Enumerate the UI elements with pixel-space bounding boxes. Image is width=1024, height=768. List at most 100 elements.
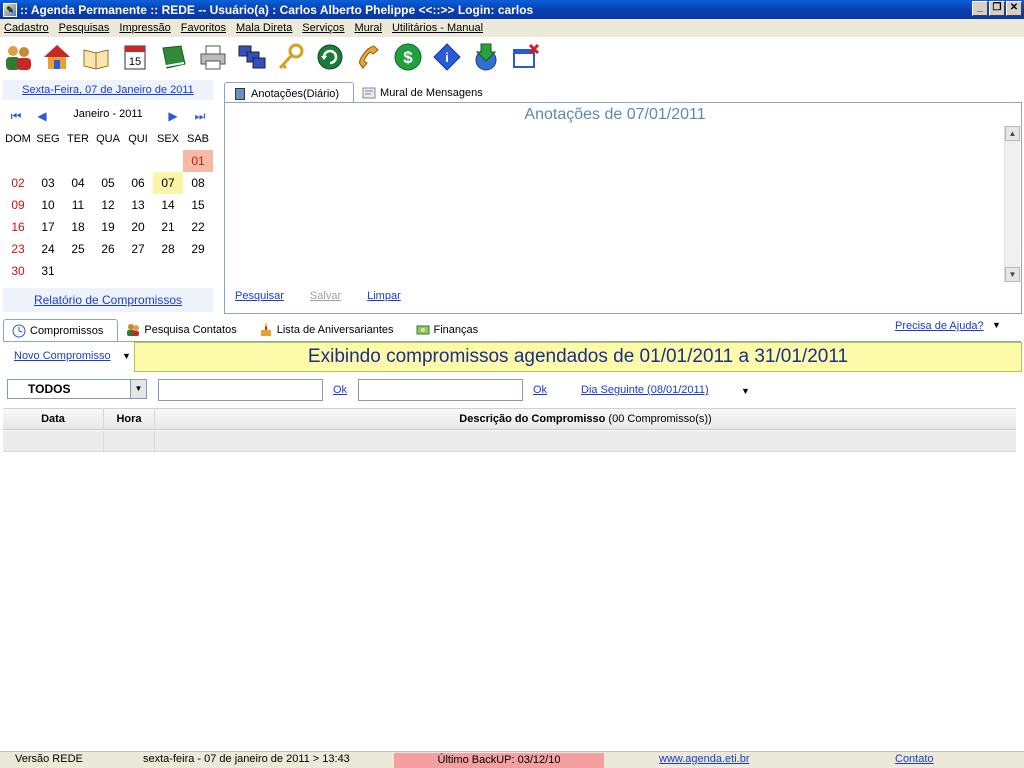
calendar-day[interactable]: 21 (153, 216, 183, 238)
tab-compromissos[interactable]: Compromissos (3, 319, 119, 341)
key-icon[interactable] (275, 41, 307, 73)
prev-month-icon[interactable]: ◀ (35, 109, 49, 123)
calendar-day[interactable]: 12 (93, 194, 123, 216)
phone-icon[interactable] (353, 41, 385, 73)
calendar-day[interactable]: 29 (183, 238, 213, 260)
calendar-day[interactable] (153, 260, 183, 282)
calendar-day[interactable]: 28 (153, 238, 183, 260)
search-notes-link[interactable]: Pesquisar (235, 290, 284, 302)
menu-utilitarios[interactable]: Utilitários - Manual (392, 22, 483, 34)
calendar-day[interactable]: 18 (63, 216, 93, 238)
notes-scrollbar[interactable]: ▲ ▼ (1004, 126, 1020, 282)
calendar-day[interactable]: 06 (123, 172, 153, 194)
calendar-day[interactable]: 16 (3, 216, 33, 238)
calendar-day[interactable]: 05 (93, 172, 123, 194)
calendar-day[interactable]: 26 (93, 238, 123, 260)
calendar-day[interactable]: 31 (33, 260, 63, 282)
category-filter-select[interactable]: TODOS ▼ (7, 379, 147, 399)
calendar-day[interactable]: 11 (63, 194, 93, 216)
chevron-down-icon[interactable]: ▼ (130, 380, 146, 398)
website-link[interactable]: www.agenda.eti.br (659, 753, 750, 765)
tab-mural[interactable]: Mural de Mensagens (354, 82, 497, 104)
calendar-day[interactable]: 22 (183, 216, 213, 238)
ok-button-2[interactable]: Ok (533, 384, 547, 396)
new-appointment-link[interactable]: Novo Compromisso (14, 350, 111, 362)
appointments-report-link[interactable]: Relatório de Compromissos (3, 288, 213, 312)
calendar-day[interactable]: 30 (3, 260, 33, 282)
calendar-day[interactable]: 03 (33, 172, 63, 194)
calendar-day[interactable]: 04 (63, 172, 93, 194)
restore-button[interactable]: ❐ (989, 1, 1005, 16)
calendar-day[interactable] (123, 260, 153, 282)
calendar-day[interactable] (93, 260, 123, 282)
tab-pesquisa-contatos[interactable]: Pesquisa Contatos (118, 319, 250, 341)
help-dropdown-icon[interactable]: ▼ (992, 320, 1001, 330)
printer-icon[interactable] (197, 41, 229, 73)
scroll-up-icon[interactable]: ▲ (1005, 126, 1020, 141)
next-month-icon[interactable]: ▶ (166, 109, 180, 123)
download-globe-icon[interactable] (470, 41, 502, 73)
next-day-link[interactable]: Dia Seguinte (08/01/2011) (581, 384, 709, 396)
menu-pesquisas[interactable]: Pesquisas (59, 22, 110, 34)
calendar-day[interactable]: 19 (93, 216, 123, 238)
menu-favoritos[interactable]: Favoritos (181, 22, 226, 34)
current-date-link[interactable]: Sexta-Feira, 07 de Janeiro de 2011 (3, 80, 213, 100)
info-icon[interactable]: i (431, 41, 463, 73)
close-window-icon[interactable] (509, 41, 541, 73)
calendar-day[interactable] (63, 260, 93, 282)
calendar-day[interactable]: 02 (3, 172, 33, 194)
calendar-day[interactable] (63, 150, 93, 172)
calendar-day[interactable]: 14 (153, 194, 183, 216)
menu-impressao[interactable]: Impressão (119, 22, 170, 34)
contact-link[interactable]: Contato (895, 753, 934, 765)
calendar-day[interactable]: 20 (123, 216, 153, 238)
calendar-day[interactable] (93, 150, 123, 172)
next-day-dropdown-icon[interactable]: ▼ (741, 386, 750, 396)
calendar-day[interactable]: 10 (33, 194, 63, 216)
calendar-day[interactable] (153, 150, 183, 172)
tab-aniversariantes[interactable]: Lista de Aniversariantes (251, 319, 408, 341)
menu-servicos[interactable]: Serviços (302, 22, 344, 34)
calendar-icon[interactable]: 15 (119, 41, 151, 73)
calendar-day[interactable] (33, 150, 63, 172)
menu-cadastro[interactable]: Cadastro (4, 22, 49, 34)
tab-financas[interactable]: Finanças (408, 319, 493, 341)
column-data[interactable]: Data (3, 409, 104, 429)
search-input-2[interactable] (358, 379, 523, 401)
column-descricao[interactable]: Descrição do Compromisso (00 Compromisso… (155, 409, 1016, 429)
minimize-button[interactable]: _ (972, 1, 988, 16)
refresh-icon[interactable] (314, 41, 346, 73)
help-link[interactable]: Precisa de Ajuda? (895, 320, 984, 332)
calendar-day[interactable]: 27 (123, 238, 153, 260)
menu-mala-direta[interactable]: Mala Direta (236, 22, 292, 34)
calendar-day[interactable]: 01 (183, 150, 213, 172)
scroll-down-icon[interactable]: ▼ (1005, 267, 1020, 282)
calendar-day[interactable] (183, 260, 213, 282)
new-appointment-dropdown-icon[interactable]: ▼ (122, 351, 131, 361)
clear-notes-link[interactable]: Limpar (367, 290, 401, 302)
column-hora[interactable]: Hora (104, 409, 155, 429)
title-bar[interactable]: ✎ :: Agenda Permanente :: REDE -- Usuári… (0, 0, 1024, 19)
book-icon[interactable] (80, 41, 112, 73)
calendar-day[interactable]: 15 (183, 194, 213, 216)
last-month-icon[interactable]: ⏭ (193, 109, 207, 123)
green-book-icon[interactable] (158, 41, 190, 73)
close-button[interactable]: ✕ (1006, 1, 1022, 16)
calendar-day[interactable] (3, 150, 33, 172)
menu-mural[interactable]: Mural (354, 22, 382, 34)
calendar-day[interactable] (123, 150, 153, 172)
users-icon[interactable] (2, 41, 34, 73)
tab-anotacoes[interactable]: Anotações(Diário) (224, 82, 355, 104)
table-row[interactable] (3, 431, 1016, 452)
calendar-day[interactable]: 25 (63, 238, 93, 260)
first-month-icon[interactable]: ⏮ (9, 109, 23, 123)
calendar-day[interactable]: 09 (3, 194, 33, 216)
home-icon[interactable] (41, 41, 73, 73)
save-notes-link[interactable]: Salvar (310, 290, 341, 302)
calendar-day[interactable]: 23 (3, 238, 33, 260)
calendar-day[interactable]: 13 (123, 194, 153, 216)
dollar-icon[interactable]: $ (392, 41, 424, 73)
calendar-day-today[interactable]: 07 (153, 172, 183, 194)
calendar-day[interactable]: 24 (33, 238, 63, 260)
calendar-day[interactable]: 17 (33, 216, 63, 238)
